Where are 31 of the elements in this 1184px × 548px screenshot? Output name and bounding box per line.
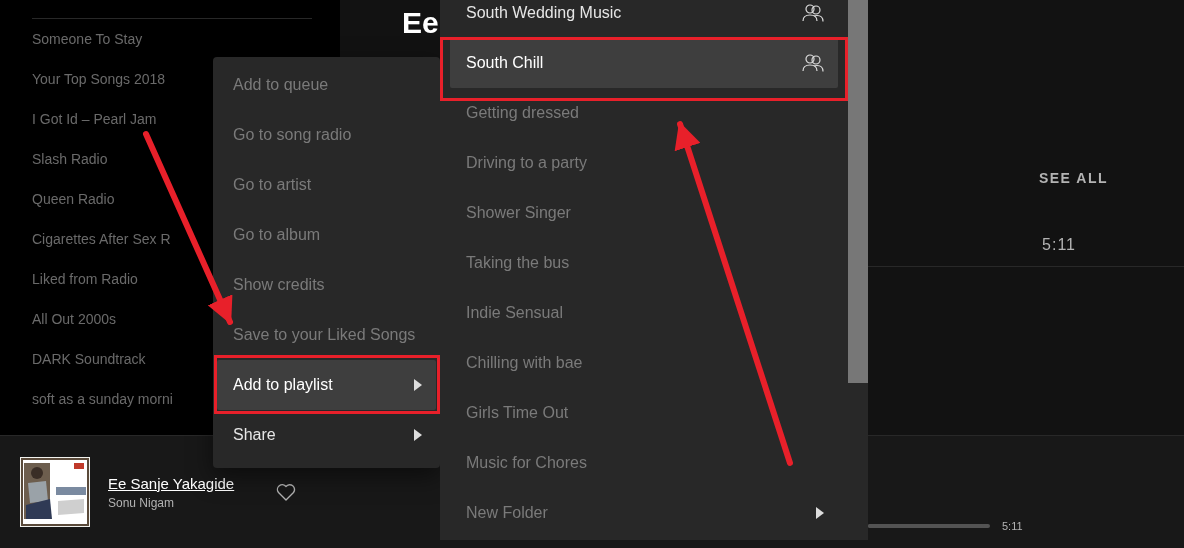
menu-item[interactable]: Go to artist <box>217 160 436 210</box>
heart-icon[interactable] <box>276 483 297 501</box>
scrollbar-thumb[interactable] <box>848 0 868 383</box>
submenu-arrow-icon <box>414 379 422 391</box>
track-duration: 5:11 <box>1042 236 1076 254</box>
menu-item[interactable]: Share <box>217 410 436 460</box>
playlist-menu-item[interactable]: South Wedding Music <box>450 0 838 38</box>
menu-item[interactable]: Show credits <box>217 260 436 310</box>
see-all-link[interactable]: SEE ALL <box>1038 170 1108 186</box>
submenu-arrow-icon <box>414 429 422 441</box>
playlist-menu-item[interactable]: Girls Time Out <box>450 388 838 438</box>
playlist-menu-item[interactable]: South Chill <box>450 38 838 88</box>
playlist-menu-item[interactable]: Driving to a party <box>450 138 838 188</box>
total-time: 5:11 <box>1002 520 1023 532</box>
page-title: Ee <box>402 5 439 41</box>
menu-item[interactable]: Go to song radio <box>217 110 436 160</box>
playlist-menu-item[interactable]: Taking the bus <box>450 238 838 288</box>
submenu-arrow-icon <box>816 507 824 519</box>
artist-link[interactable]: Sonu Nigam <box>108 495 235 510</box>
playlist-menu-item[interactable]: Chilling with bae <box>450 338 838 388</box>
menu-item[interactable]: Save to your Liked Songs <box>217 310 436 360</box>
playlist-menu-item[interactable]: Indie Sensual <box>450 288 838 338</box>
playlist-menu-item[interactable]: Getting dressed <box>450 88 838 138</box>
collaborators-icon <box>802 53 824 73</box>
playlist-menu-item[interactable]: Shower Singer <box>450 188 838 238</box>
track-title-link[interactable]: Ee Sanje Yakagide <box>108 474 235 492</box>
collaborators-icon <box>802 3 824 23</box>
playlist-menu-item[interactable]: Music for Chores <box>450 438 838 488</box>
menu-item[interactable]: Go to album <box>217 210 436 260</box>
playlist-menu-item[interactable]: New Folder <box>450 488 838 538</box>
menu-item[interactable]: Add to playlist <box>217 360 436 410</box>
